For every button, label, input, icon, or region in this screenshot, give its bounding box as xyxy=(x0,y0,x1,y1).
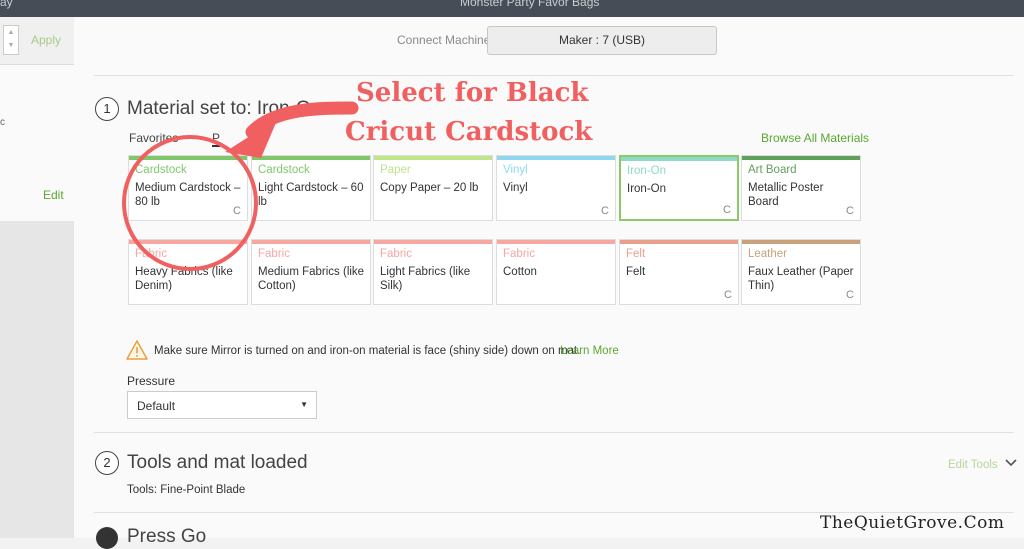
highlight-circle xyxy=(122,135,258,271)
annotation-line-2: Cricut Cardstock xyxy=(345,117,593,147)
annotation-line-1: Select for Black xyxy=(356,78,589,108)
watermark: TheQuietGrove.Com xyxy=(820,513,1005,533)
